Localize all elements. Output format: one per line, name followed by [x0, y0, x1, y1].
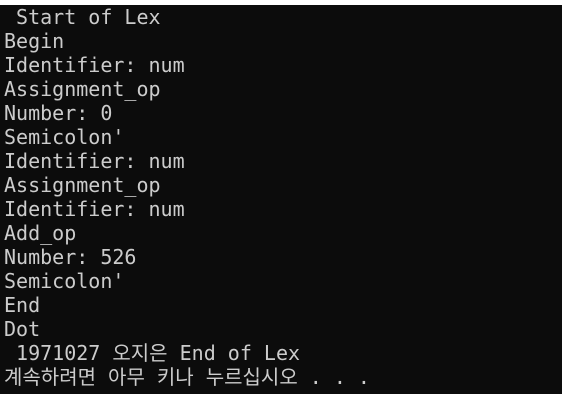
console-line-number: Number: 526 [4, 245, 137, 269]
window-bottom-edge [0, 394, 568, 400]
console-line-end-of-lex: 1971027 오지은 End of Lex [4, 341, 301, 365]
console-line-identifier: Identifier: num [4, 53, 185, 77]
console-line-assignment-op: Assignment_op [4, 77, 161, 101]
console-line-semicolon: Semicolon' [4, 269, 125, 293]
console-line-begin: Begin [4, 29, 65, 53]
console-output[interactable]: Start of Lex Begin Identifier: num Assig… [0, 5, 562, 394]
console-line-start-of-lex: Start of Lex [4, 5, 161, 29]
console-line-assignment-op: Assignment_op [4, 173, 161, 197]
console-line-number: Number: 0 [4, 101, 113, 125]
console-line-dot: Dot [4, 317, 41, 341]
console-lines: Start of Lex Begin Identifier: num Assig… [0, 5, 562, 389]
console-line-semicolon: Semicolon' [4, 125, 125, 149]
window-right-edge [562, 0, 568, 400]
console-line-end: End [4, 293, 41, 317]
console-line-identifier: Identifier: num [4, 197, 185, 221]
console-line-press-any-key: 계속하려면 아무 키나 누르십시오 . . . [4, 365, 370, 389]
console-line-add-op: Add_op [4, 221, 77, 245]
console-line-identifier: Identifier: num [4, 149, 185, 173]
